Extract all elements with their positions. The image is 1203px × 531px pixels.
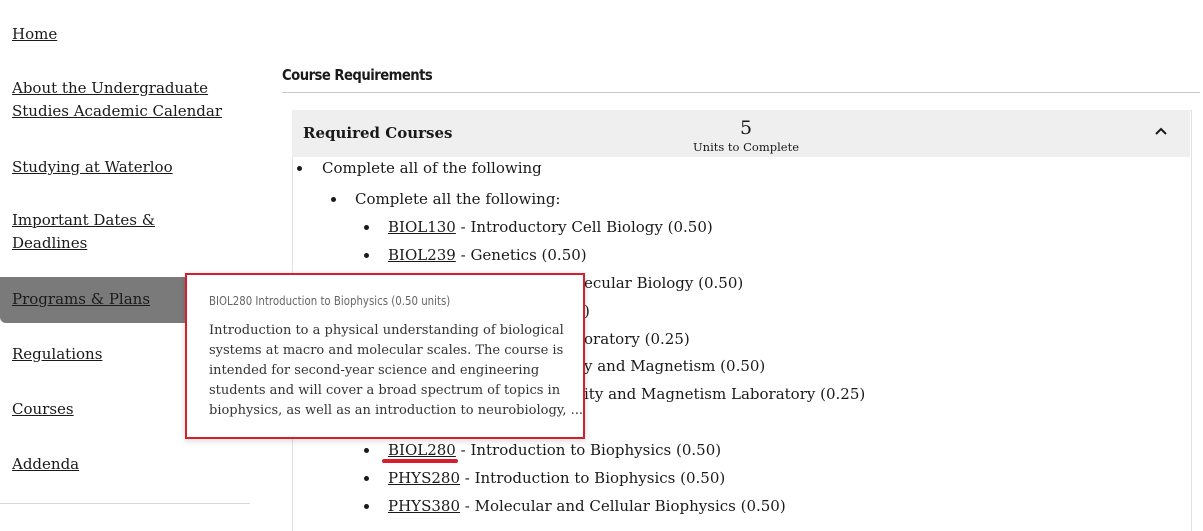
- tooltip-line: students and will cover a broad spectrum…: [209, 383, 561, 398]
- list-item-partial: ecular Biology (0.50): [584, 274, 744, 292]
- sidebar-item-programs[interactable]: Programs & Plans: [12, 288, 150, 311]
- page-title: Course Requirements: [282, 66, 433, 84]
- sidebar-item-dates[interactable]: Important Dates & Deadlines: [12, 209, 155, 255]
- sidebar-item-label: Home: [12, 25, 58, 43]
- tooltip-title: BIOL280 Introduction to Biophysics (0.50…: [209, 294, 451, 308]
- sidebar-nav: Home About the Undergraduate Studies Aca…: [0, 0, 250, 519]
- list-item-partial: oratory (0.25): [584, 330, 690, 348]
- list-item: BIOL130 - Introductory Cell Biology (0.5…: [388, 218, 713, 236]
- title-divider: [282, 92, 1200, 93]
- tooltip-line: biophysics, as well as an introduction t…: [209, 403, 584, 418]
- requirement-header[interactable]: Required Courses 5 Units to Complete: [292, 110, 1190, 157]
- course-description: - Introductory Cell Biology (0.50): [455, 218, 713, 236]
- tooltip-line: systems at macro and molecular scales. T…: [209, 343, 564, 358]
- sidebar-divider: [0, 503, 250, 504]
- sidebar-item-label: Studying at Waterloo: [12, 158, 173, 176]
- course-link-biol280[interactable]: BIOL280: [388, 441, 456, 459]
- sidebar-item-studying[interactable]: Studying at Waterloo: [12, 156, 173, 179]
- sidebar-item-label: Addenda: [12, 455, 80, 473]
- course-tooltip: BIOL280 Introduction to Biophysics (0.50…: [185, 273, 585, 439]
- requirement-rule-level2: Complete all the following:: [355, 190, 561, 208]
- course-link-phys280[interactable]: PHYS280: [388, 469, 460, 487]
- course-link-biol239[interactable]: BIOL239: [388, 246, 456, 264]
- sidebar-item-label: About the Undergraduate: [12, 79, 209, 97]
- sidebar-item-home[interactable]: Home: [12, 23, 57, 46]
- bullet: [297, 166, 302, 171]
- requirement-title: Required Courses: [303, 124, 453, 142]
- units-count: 5: [739, 117, 753, 139]
- bullet: [364, 448, 369, 453]
- list-item: PHYS380 - Molecular and Cellular Biophys…: [388, 497, 786, 515]
- bullet: [364, 253, 369, 258]
- chevron-up-icon[interactable]: [1152, 122, 1170, 140]
- list-item: BIOL239 - Genetics (0.50): [388, 246, 587, 264]
- bullet: [364, 225, 369, 230]
- sidebar-item-label: Studies Academic Calendar: [12, 102, 223, 120]
- sidebar-item-label: Important Dates &: [12, 211, 156, 229]
- course-description: - Introduction to Biophysics (0.50): [459, 469, 726, 487]
- tooltip-line: Introduction to a physical understanding…: [209, 323, 564, 338]
- tooltip-body: Introduction to a physical understanding…: [209, 321, 584, 421]
- course-description: - Genetics (0.50): [455, 246, 587, 264]
- course-link-biol130[interactable]: BIOL130: [388, 218, 456, 236]
- bullet: [331, 197, 336, 202]
- sidebar-item-label: Regulations: [12, 345, 103, 363]
- list-item: PHYS280 - Introduction to Biophysics (0.…: [388, 469, 725, 487]
- sidebar-item-courses[interactable]: Courses: [12, 398, 74, 421]
- sidebar-item-addenda[interactable]: Addenda: [12, 453, 79, 476]
- requirement-rule-level1: Complete all of the following: [322, 159, 542, 177]
- sidebar-item-label: Programs & Plans: [12, 290, 151, 308]
- sidebar-item-label: Deadlines: [12, 234, 88, 252]
- list-item: BIOL280 - Introduction to Biophysics (0.…: [388, 441, 721, 459]
- course-description: - Introduction to Biophysics (0.50): [455, 441, 722, 459]
- course-description: - Molecular and Cellular Biophysics (0.5…: [459, 497, 786, 515]
- course-link-phys380[interactable]: PHYS380: [388, 497, 460, 515]
- list-item-partial: y and Magnetism (0.50): [584, 357, 766, 375]
- list-item-partial: ity and Magnetism Laboratory (0.25): [584, 385, 866, 403]
- hover-indicator: [382, 459, 458, 463]
- bullet: [364, 504, 369, 509]
- units-label: Units to Complete: [692, 140, 800, 154]
- bullet: [364, 476, 369, 481]
- sidebar-item-about-calendar[interactable]: About the Undergraduate Studies Academic…: [12, 77, 222, 123]
- sidebar-item-label: Courses: [12, 400, 74, 418]
- sidebar-item-regulations[interactable]: Regulations: [12, 343, 102, 366]
- tooltip-line: intended for second-year science and eng…: [209, 363, 540, 378]
